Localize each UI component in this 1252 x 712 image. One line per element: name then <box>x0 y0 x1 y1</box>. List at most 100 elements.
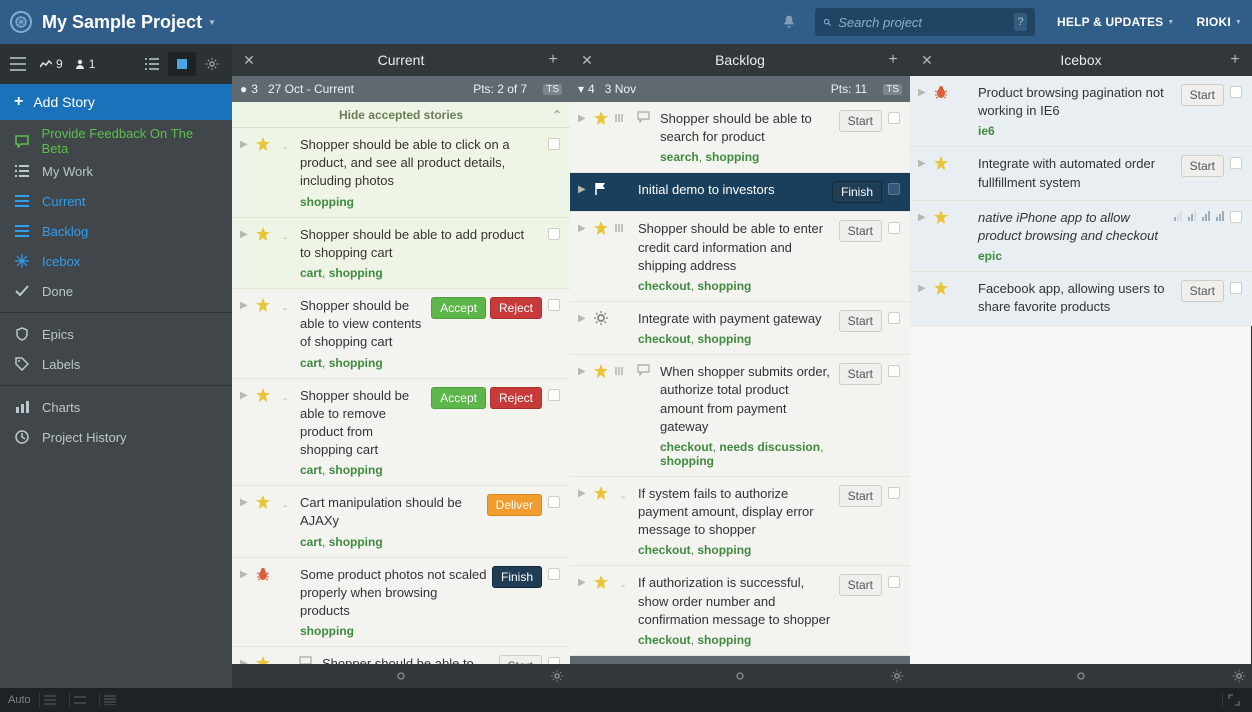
link-icon[interactable] <box>1073 670 1089 682</box>
story-checkbox[interactable] <box>1228 155 1244 169</box>
view-panel-button[interactable] <box>168 52 196 76</box>
sidebar-item-my-work[interactable]: My Work <box>0 156 232 186</box>
story-labels[interactable]: epic <box>978 249 1170 263</box>
story-item[interactable]: ▶When shopper submits order, authorize t… <box>570 355 910 477</box>
expand-arrow-icon[interactable]: ▶ <box>240 226 250 240</box>
finish-button[interactable]: Finish <box>492 566 542 588</box>
sidebar-item-project-history[interactable]: Project History <box>0 422 232 452</box>
members-stat[interactable]: 1 <box>75 57 96 71</box>
story-checkbox[interactable] <box>886 310 902 324</box>
sidebar-item-icebox[interactable]: Icebox <box>0 246 232 276</box>
expand-arrow-icon[interactable]: ▶ <box>578 574 588 588</box>
sidebar-item-current[interactable]: Current <box>0 186 232 216</box>
story-checkbox[interactable] <box>1228 209 1244 223</box>
hide-accepted-row[interactable]: Hide accepted stories⌃ <box>232 102 570 128</box>
story-checkbox[interactable] <box>546 494 562 508</box>
start-button[interactable]: Start <box>499 655 542 664</box>
start-button[interactable]: Start <box>1181 84 1224 106</box>
start-button[interactable]: Start <box>1181 155 1224 177</box>
story-checkbox[interactable] <box>886 110 902 124</box>
sidebar-toggle-button[interactable] <box>6 52 30 76</box>
story-labels[interactable]: checkout, shopping <box>638 543 835 557</box>
story-item[interactable]: ▶Shopper should be able to enter credit … <box>570 212 910 302</box>
story-labels[interactable]: shopping <box>300 195 538 209</box>
expand-arrow-icon[interactable]: ▶ <box>240 566 250 580</box>
accept-button[interactable]: Accept <box>431 297 486 319</box>
expand-arrow-icon[interactable]: ▶ <box>918 280 928 294</box>
story-checkbox[interactable] <box>1228 280 1244 294</box>
story-labels[interactable]: checkout, needs discussion, shopping <box>660 440 835 468</box>
add-to-panel-icon[interactable]: + <box>542 51 564 69</box>
comments-icon[interactable] <box>634 363 652 376</box>
story-item[interactable]: ▶..Shopper should be able to add product… <box>232 218 570 289</box>
story-labels[interactable]: search, shopping <box>660 150 835 164</box>
sidebar-item-backlog[interactable]: Backlog <box>0 216 232 246</box>
gear-icon[interactable] <box>550 669 564 683</box>
sidebar-item-provide-feedback-on-the-beta[interactable]: Provide Feedback On The Beta <box>0 126 232 156</box>
start-button[interactable]: Start <box>839 363 882 385</box>
story-checkbox[interactable] <box>546 136 562 150</box>
story-item[interactable]: ▶native iPhone app to allow product brow… <box>910 201 1252 272</box>
expand-arrow-icon[interactable]: ▶ <box>578 310 588 324</box>
sidebar-item-done[interactable]: Done <box>0 276 232 306</box>
accept-button[interactable]: Accept <box>431 387 486 409</box>
comments-icon[interactable] <box>634 110 652 123</box>
expand-arrow-icon[interactable]: ▶ <box>240 387 250 401</box>
expand-arrow-icon[interactable]: ▶ <box>578 110 588 124</box>
close-panel-icon[interactable]: ✕ <box>576 52 598 69</box>
story-checkbox[interactable] <box>886 181 902 195</box>
story-labels[interactable]: checkout, shopping <box>638 633 835 647</box>
story-labels[interactable]: ie6 <box>978 124 1177 138</box>
iteration-header[interactable]: ●327 Oct - CurrentPts: 2 of 7TS <box>232 76 570 102</box>
expand-arrow-icon[interactable]: ▶ <box>578 485 588 499</box>
expand-arrow-icon[interactable]: ▶ <box>918 84 928 98</box>
estimate-bar-icon[interactable] <box>1174 209 1182 221</box>
user-menu[interactable]: RIOKI▼ <box>1197 15 1242 29</box>
link-icon[interactable] <box>732 670 748 682</box>
iteration-header[interactable]: ▾510 NovPts: 9TS <box>570 656 910 664</box>
story-labels[interactable]: cart, shopping <box>300 463 427 477</box>
story-item[interactable]: ▶..If authorization is successful, show … <box>570 566 910 656</box>
story-labels[interactable]: cart, shopping <box>300 535 483 549</box>
start-button[interactable]: Start <box>839 110 882 132</box>
deliver-button[interactable]: Deliver <box>487 494 542 516</box>
story-checkbox[interactable] <box>886 574 902 588</box>
story-labels[interactable]: cart, shopping <box>300 356 427 370</box>
story-item[interactable]: ▶Integrate with payment gatewaycheckout,… <box>570 302 910 355</box>
story-item[interactable]: ▶..If system fails to authorize payment … <box>570 477 910 567</box>
sidebar-item-charts[interactable]: Charts <box>0 392 232 422</box>
velocity-stat[interactable]: 9 <box>40 57 63 71</box>
story-checkbox[interactable] <box>886 220 902 234</box>
story-item[interactable]: ▶Product browsing pagination not working… <box>910 76 1252 147</box>
story-labels[interactable]: cart, shopping <box>300 266 538 280</box>
story-item[interactable]: ▶Shopper should be able to search for pr… <box>570 102 910 173</box>
gear-icon[interactable] <box>890 669 904 683</box>
story-item[interactable]: ▶Facebook app, allowing users to share f… <box>910 272 1252 325</box>
story-checkbox[interactable] <box>546 297 562 311</box>
estimate-bar-icon[interactable] <box>1188 209 1196 221</box>
start-button[interactable]: Start <box>1181 280 1224 302</box>
estimate-bar-icon[interactable] <box>1202 209 1210 221</box>
expand-arrow-icon[interactable]: ▶ <box>240 494 250 508</box>
story-item[interactable]: ▶..Cart manipulation should be AJAXycart… <box>232 486 570 557</box>
story-checkbox[interactable] <box>546 387 562 401</box>
expand-arrow-icon[interactable]: ▶ <box>578 181 588 195</box>
sidebar-item-labels[interactable]: Labels <box>0 349 232 379</box>
gear-icon[interactable] <box>1232 669 1246 683</box>
story-labels[interactable]: shopping <box>300 624 488 638</box>
expand-arrow-icon[interactable]: ▶ <box>240 136 250 150</box>
story-checkbox[interactable] <box>546 566 562 580</box>
story-labels[interactable]: checkout, shopping <box>638 279 835 293</box>
auto-label[interactable]: Auto <box>8 694 31 706</box>
iteration-header[interactable]: ▾43 NovPts: 11TS <box>570 76 910 102</box>
project-dropdown-icon[interactable]: ▼ <box>208 18 216 27</box>
notifications-icon[interactable] <box>763 14 815 30</box>
story-labels[interactable]: checkout, shopping <box>638 332 835 346</box>
estimate-bar-icon[interactable] <box>1216 209 1224 221</box>
close-panel-icon[interactable]: ✕ <box>916 52 938 69</box>
add-to-panel-icon[interactable]: + <box>882 51 904 69</box>
story-item[interactable]: ▶..Shopper should be able to recommend a… <box>232 647 570 664</box>
logo-icon[interactable] <box>10 11 32 33</box>
expand-arrow-icon[interactable]: ▶ <box>918 155 928 169</box>
story-checkbox[interactable] <box>1228 84 1244 98</box>
